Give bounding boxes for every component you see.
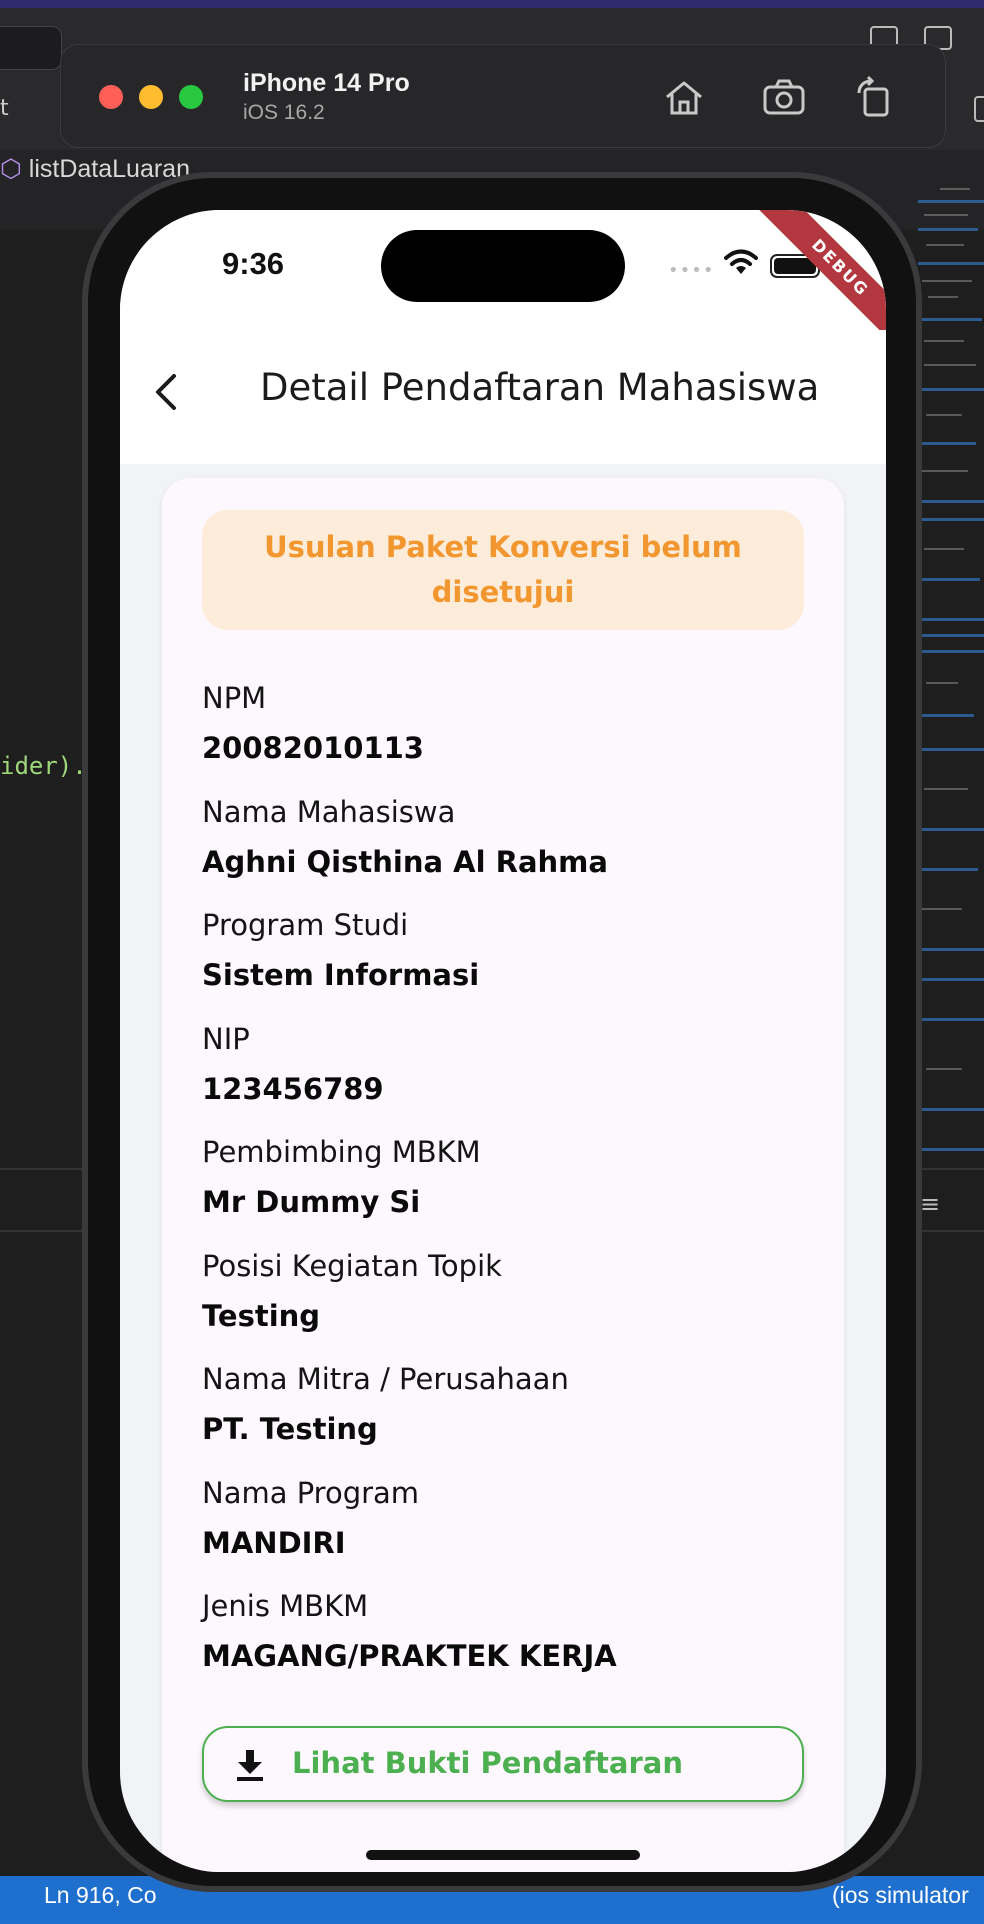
close-window-button[interactable] [99, 85, 123, 109]
field-nip: NIP 123456789 [202, 1017, 812, 1131]
phone-screen: 9:36 •••• DEBUG Detail Pendaftaran Mahas… [120, 210, 886, 1872]
breadcrumb-label: listDataLuaran [28, 155, 190, 183]
field-label: NIP [202, 1021, 250, 1056]
field-value: Aghni Qisthina Al Rahma [202, 844, 608, 879]
cellular-signal-icon: •••• [668, 260, 715, 281]
minimize-window-button[interactable] [139, 85, 163, 109]
field-value: 123456789 [202, 1071, 384, 1106]
zoom-window-button[interactable] [179, 85, 203, 109]
home-indicator[interactable] [366, 1850, 640, 1860]
field-value: Testing [202, 1298, 321, 1333]
field-nama-program: Nama Program MANDIRI [202, 1471, 812, 1585]
screenshot-icon[interactable] [761, 75, 807, 121]
filter-icon[interactable]: ≡ [920, 1190, 940, 1218]
field-value: MANDIRI [202, 1525, 346, 1560]
wifi-icon [724, 249, 758, 274]
dynamic-island [381, 230, 625, 302]
device-name: iPhone 14 Pro [243, 69, 410, 97]
page-title: Detail Pendaftaran Mahasiswa [260, 366, 820, 409]
field-npm: NPM 20082010113 [202, 676, 812, 790]
back-button[interactable] [140, 364, 196, 420]
xcode-code-fragment: ider). [0, 752, 87, 780]
field-nama-mitra: Nama Mitra / Perusahaan PT. Testing [202, 1357, 812, 1471]
top-strip [0, 0, 984, 8]
field-label: Nama Mitra / Perusahaan [202, 1362, 569, 1396]
cursor-position: Ln 916, Co [44, 1882, 157, 1908]
field-posisi-kegiatan: Posisi Kegiatan Topik Testing [202, 1244, 812, 1358]
status-time: 9:36 [222, 246, 285, 281]
xcode-left-fragment: t [0, 96, 9, 121]
field-value: Mr Dummy Si [202, 1185, 421, 1219]
field-label: Jenis MBKM [202, 1589, 369, 1623]
field-label: Nama Mahasiswa [202, 794, 456, 829]
view-registration-proof-label: Lihat Bukti Pendaftaran [292, 1746, 683, 1780]
chevron-left-icon [156, 374, 176, 410]
detail-fields: NPM 20082010113 Nama Mahasiswa Aghni Qis… [202, 676, 812, 1698]
rotate-icon[interactable] [851, 75, 897, 121]
field-value: MAGANG/PRAKTEK KERJA [202, 1639, 617, 1673]
field-label: Pembimbing MBKM [202, 1135, 481, 1169]
field-nama-mahasiswa: Nama Mahasiswa Aghni Qisthina Al Rahma [202, 790, 812, 904]
approval-status-text: Usulan Paket Konversi belum disetujui [264, 530, 742, 609]
view-registration-proof-button[interactable]: Lihat Bukti Pendaftaran [202, 1726, 804, 1802]
field-pembimbing: Pembimbing MBKM Mr Dummy Si [202, 1130, 812, 1244]
download-icon [237, 1750, 263, 1781]
xcode-inspector-icon[interactable] [974, 96, 984, 122]
os-version: iOS 16.2 [243, 101, 325, 124]
xcode-breadcrumb[interactable]: ⬡ listDataLuaran [0, 154, 190, 184]
field-value: 20082010113 [202, 731, 424, 765]
field-jenis-mbkm: Jenis MBKM MAGANG/PRAKTEK KERJA [202, 1584, 812, 1698]
detail-card: Usulan Paket Konversi belum disetujui NP… [162, 478, 844, 1872]
run-destination: (ios simulator [832, 1882, 969, 1908]
simulator-titlebar: iPhone 14 Pro iOS 16.2 [60, 44, 946, 148]
field-value: Sistem Informasi [202, 958, 480, 992]
field-value: PT. Testing [202, 1412, 378, 1446]
field-label: Nama Program [202, 1475, 420, 1510]
approval-status-banner: Usulan Paket Konversi belum disetujui [202, 510, 804, 630]
xcode-scheme-field[interactable] [0, 26, 62, 70]
cube-icon: ⬡ [0, 155, 22, 183]
home-icon[interactable] [661, 75, 707, 121]
field-label: NPM [202, 681, 267, 715]
field-label: Posisi Kegiatan Topik [202, 1248, 502, 1283]
xcode-minimap[interactable] [918, 188, 984, 1188]
field-program-studi: Program Studi Sistem Informasi [202, 903, 812, 1017]
field-label: Program Studi [202, 908, 409, 942]
app-bar: Detail Pendaftaran Mahasiswa [120, 330, 886, 464]
ios-status-bar: 9:36 •••• DEBUG [120, 210, 886, 351]
